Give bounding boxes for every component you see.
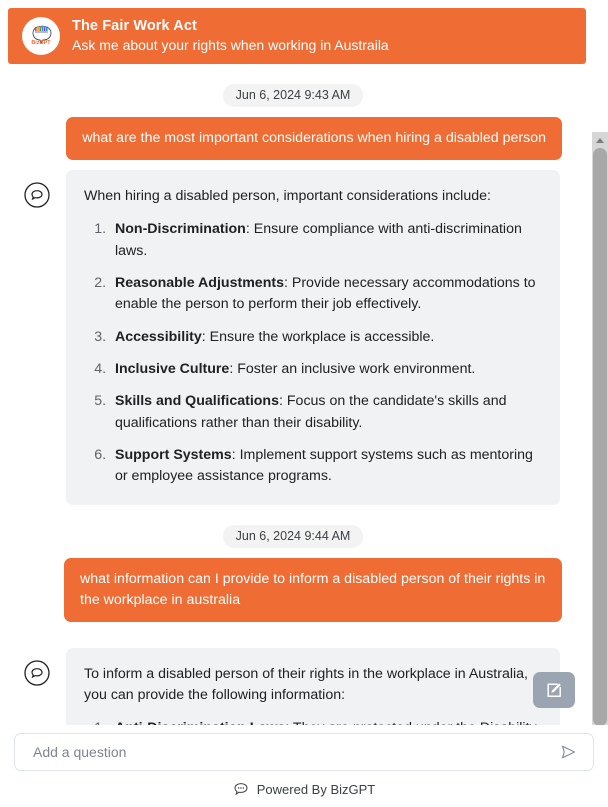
list-item-term: Inclusive Culture	[115, 360, 230, 377]
list-item-term: Accessibility	[115, 328, 202, 345]
list-item: Skills and Qualifications: Focus on the …	[110, 391, 542, 434]
list-item-term: Reasonable Adjustments	[115, 275, 284, 292]
svg-text:BizGPT: BizGPT	[31, 40, 51, 46]
chat-bubble-avatar-icon	[24, 182, 50, 208]
scrollbar-track[interactable]	[592, 148, 608, 725]
list-item-term: Anti-Discrimination Laws	[115, 720, 285, 725]
chat-dots-icon	[233, 781, 249, 797]
footer: Powered By BizGPT	[0, 771, 608, 807]
list-item: Support Systems: Implement support syste…	[110, 445, 542, 488]
scroll-up-arrow-icon	[596, 137, 604, 143]
chat-widget: BizGPT The Fair Work Act Ask me about yo…	[0, 0, 608, 807]
list-item: Accessibility: Ensure the workplace is a…	[110, 327, 542, 348]
message-row-bot: To inform a disabled person of their rig…	[0, 647, 586, 725]
scrollbar-thumb[interactable]	[593, 148, 607, 725]
timestamp-row: Jun 6, 2024 9:43 AM	[0, 84, 586, 107]
chat-header: BizGPT The Fair Work Act Ask me about yo…	[8, 8, 586, 64]
list-item-term: Skills and Qualifications	[115, 393, 279, 410]
page-title: The Fair Work Act	[72, 18, 197, 35]
message-row-user: what information can I provide to inform…	[0, 558, 586, 622]
list-item: Anti-Discrimination Laws: They are prote…	[110, 718, 542, 725]
list-item: Reasonable Adjustments: Provide necessar…	[110, 273, 542, 316]
message-row-bot: When hiring a disabled person, important…	[0, 170, 586, 506]
message-row-user: what are the most important consideratio…	[0, 117, 586, 161]
timestamp-row: Jun 6, 2024 9:44 AM	[0, 525, 586, 549]
conversation-scroll-area[interactable]: Jun 6, 2024 9:43 AM what are the most im…	[0, 64, 608, 725]
list-item: Inclusive Culture: Foster an inclusive w…	[110, 359, 542, 380]
bot-message-intro: To inform a disabled person of their rig…	[84, 665, 528, 704]
user-message-bubble: what information can I provide to inform…	[64, 558, 562, 622]
edit-compose-icon	[547, 683, 561, 697]
bot-message-intro: When hiring a disabled person, important…	[84, 188, 491, 205]
chat-bubble-avatar-icon	[24, 660, 50, 686]
scrollbar[interactable]	[592, 132, 608, 725]
bot-message-bubble: To inform a disabled person of their rig…	[66, 647, 560, 725]
edit-compose-button[interactable]	[533, 672, 575, 708]
footer-label: Powered By BizGPT	[256, 781, 376, 797]
bot-message-list: Non-Discrimination: Ensure compliance wi…	[84, 219, 542, 487]
list-item-term: Support Systems	[115, 446, 232, 463]
composer-bar	[14, 733, 594, 771]
send-paper-plane-icon	[561, 745, 576, 759]
message-timestamp: Jun 6, 2024 9:43 AM	[222, 84, 364, 107]
bot-message-list: Anti-Discrimination Laws: They are prote…	[84, 718, 542, 725]
list-item: Non-Discrimination: Ensure compliance wi…	[110, 219, 542, 262]
list-item-desc: : Ensure the workplace is accessible.	[201, 328, 435, 345]
message-timestamp: Jun 6, 2024 9:44 AM	[222, 525, 364, 549]
user-message-bubble: what are the most important consideratio…	[66, 117, 562, 161]
scroll-up-button[interactable]	[592, 132, 608, 148]
conversation-list: Jun 6, 2024 9:43 AM what are the most im…	[0, 64, 586, 725]
list-item-desc: : Foster an inclusive work environment.	[229, 360, 476, 377]
list-item-term: Non-Discrimination	[115, 221, 246, 238]
question-input[interactable]	[31, 743, 557, 761]
header-text-block: The Fair Work Act Ask me about your righ…	[72, 17, 389, 55]
bot-message-bubble: When hiring a disabled person, important…	[66, 170, 560, 506]
send-button[interactable]	[557, 741, 579, 763]
header-subtitle: Ask me about your rights when working in…	[72, 37, 389, 54]
bizgpt-brain-logo-icon: BizGPT	[22, 17, 60, 55]
composer-area	[0, 725, 608, 771]
